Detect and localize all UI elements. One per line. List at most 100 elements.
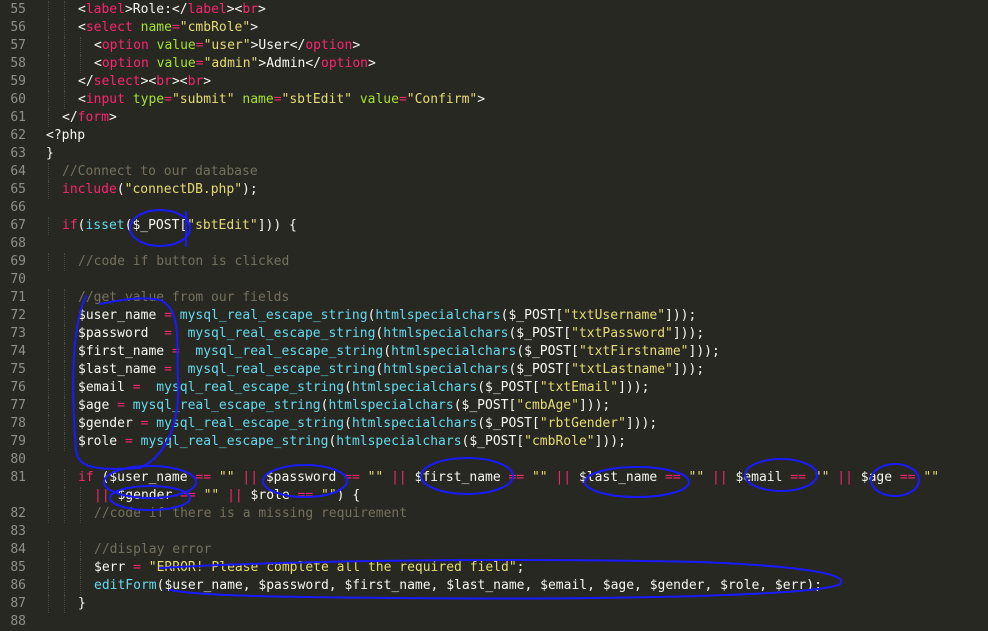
line-number: 60 (10, 92, 26, 107)
code-line[interactable]: 57 <option value="user">User</option> (0, 37, 988, 55)
code-line[interactable]: 88 (0, 613, 988, 631)
line-number: 72 (10, 308, 26, 323)
code-line[interactable]: 87} (0, 595, 988, 613)
code-text: <select name="cmbRole"> (78, 19, 258, 37)
code-token: $gender (78, 416, 141, 431)
indent-guide (48, 379, 49, 397)
code-line[interactable]: 66 (0, 199, 988, 217)
code-line[interactable]: 70 (0, 271, 988, 289)
code-token: = (195, 38, 204, 53)
code-line[interactable]: 75 $last_name = mysql_real_escape_string(… (0, 361, 988, 379)
code-token: ($_POST[ (477, 416, 540, 431)
code-token: "" (218, 470, 235, 485)
code-token: = (398, 92, 407, 107)
code-line[interactable]: 63} (0, 145, 988, 163)
code-line[interactable]: 74 $first_name = mysql_real_escape_string… (0, 343, 988, 361)
code-token: "txtLastname" (571, 362, 673, 377)
code-line[interactable]: 78 $gender = mysql_real_escape_string(htm… (0, 415, 988, 433)
code-line[interactable]: 68 (0, 235, 988, 253)
code-token: $last_name (78, 362, 165, 377)
code-line[interactable]: 64 //Connect to our database (0, 163, 988, 181)
code-token: ( (116, 182, 125, 197)
indent-guide (64, 73, 65, 91)
code-line[interactable]: 83 (0, 523, 988, 541)
code-line[interactable]: 55 <label>Role:</label><br> (0, 1, 988, 19)
code-line[interactable]: 77 $age = mysql_real_escape_string(htmlsp… (0, 397, 988, 415)
code-token: $role (242, 488, 298, 503)
code-token: ])); (578, 398, 611, 413)
indent-guide (48, 253, 49, 271)
indent-guide (48, 415, 49, 433)
indent-guide (64, 325, 65, 343)
code-token: = (164, 92, 172, 107)
code-line[interactable]: 61 </form> (0, 109, 988, 127)
code-token: > (367, 56, 376, 71)
line-number: 78 (10, 416, 26, 431)
indent-guide (48, 541, 49, 559)
line-number: 82 (10, 506, 26, 521)
code-token: > (108, 110, 117, 125)
code-token: select (85, 20, 133, 35)
line-number: 88 (10, 614, 26, 629)
code-token: = (117, 398, 125, 413)
code-token: htmlspecialchars (351, 380, 478, 395)
code-line[interactable]: 85 $err = "ERROR! Please complete all the… (0, 559, 988, 577)
code-text: </form> (62, 109, 117, 127)
code-line[interactable]: 56 <select name="cmbRole"> (0, 19, 988, 37)
code-line[interactable]: 60 <input type="submit" name="sbtEdit" va… (0, 91, 988, 109)
code-token: == (665, 470, 681, 485)
code-text: $password = mysql_real_escape_string(htm… (78, 325, 704, 343)
code-line[interactable]: || $gender == "" || $role == "") { (0, 487, 988, 505)
code-token: $password (78, 326, 165, 341)
indent-guide (48, 559, 49, 577)
code-line[interactable]: 59 </select><br><br> (0, 73, 988, 91)
code-token: ($_POST[ (516, 344, 579, 359)
indent-guide (64, 1, 65, 19)
code-line[interactable]: 84 //display error (0, 541, 988, 559)
code-token: input (85, 92, 125, 107)
code-token: value (359, 92, 399, 107)
code-token: </ (78, 74, 94, 89)
code-token: br (242, 2, 259, 17)
line-number: 65 (10, 182, 26, 197)
code-token: "" (813, 470, 830, 485)
indent-guide (80, 487, 81, 505)
code-token: label (187, 2, 227, 17)
indent-guide (48, 361, 49, 379)
code-line[interactable]: 76 $email = mysql_real_escape_string(html… (0, 379, 988, 397)
code-line[interactable]: 71 //get value from our fields (0, 289, 988, 307)
code-token: == (297, 488, 314, 503)
code-line[interactable]: 69 //code if button is clicked (0, 253, 988, 271)
code-line[interactable]: 82 //code if there is a missing requireme… (0, 505, 988, 523)
code-line[interactable]: 65 include("connectDB.php"); (0, 181, 988, 199)
code-line[interactable]: 58 <option value="admin">Admin</option> (0, 55, 988, 73)
line-number: 79 (10, 434, 26, 449)
code-token: ($_POST[ (508, 326, 572, 341)
code-line[interactable]: 80 (0, 451, 988, 469)
indent-guide (64, 19, 65, 37)
code-line[interactable]: 73 $password = mysql_real_escape_string(h… (0, 325, 988, 343)
code-token: "txtEmail" (539, 380, 619, 395)
code-token: mysql_real_escape_string (195, 344, 384, 359)
code-editor[interactable]: 55 <label>Role:</label><br> 56 <select name… (0, 0, 988, 629)
code-line[interactable]: 86 editForm($user_name, $password, $first… (0, 577, 988, 595)
code-token: htmlspecialchars (391, 344, 517, 359)
code-line[interactable]: 72 $user_name = mysql_real_escape_string(… (0, 307, 988, 325)
code-line[interactable]: 79 $role = mysql_real_escape_string(htmls… (0, 433, 988, 451)
code-line[interactable]: 81 if ($user_name == "" || $password == "… (0, 469, 988, 487)
code-token: value (156, 56, 196, 71)
code-line[interactable]: 67 if(isset($_POST["sbtEdit"])) { (0, 217, 988, 235)
code-token: < (78, 2, 86, 17)
indent-guide (48, 577, 49, 595)
code-token: "rbtGender" (539, 416, 626, 431)
code-line[interactable]: 62 <?php (0, 127, 988, 145)
line-number: 61 (10, 110, 26, 125)
